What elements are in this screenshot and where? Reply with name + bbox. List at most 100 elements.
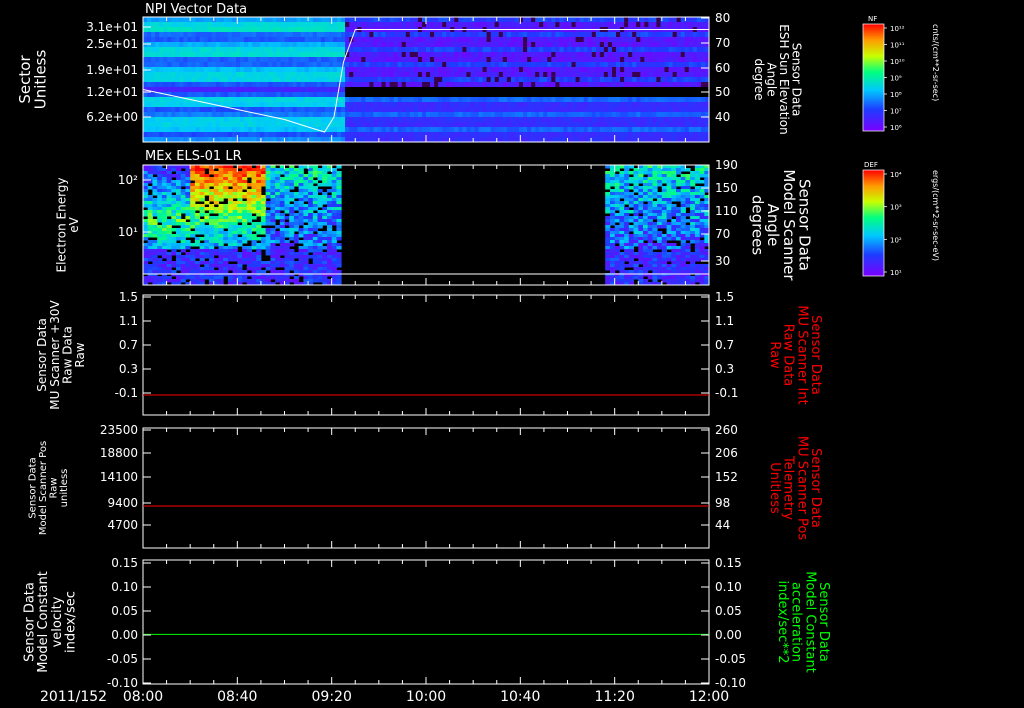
heatmap-cell [298, 213, 304, 217]
heatmap-cell [279, 177, 285, 181]
heatmap-cell [628, 72, 633, 78]
heatmap-cell [539, 62, 544, 68]
heatmap-cell [292, 77, 298, 83]
heatmap-cell [151, 22, 156, 28]
heatmap-cell [284, 52, 290, 58]
heatmap-cell [514, 57, 520, 63]
heatmap-cell [466, 22, 471, 28]
heatmap-cell [296, 72, 302, 78]
heatmap-cell [324, 77, 330, 83]
heatmap-cell [628, 122, 633, 128]
heatmap-cell [405, 107, 411, 113]
heatmap-cell [547, 37, 552, 43]
heatmap-cell [666, 231, 672, 235]
heatmap-cell [203, 127, 209, 133]
heatmap-cell [298, 207, 304, 211]
heatmap-cell [304, 112, 310, 118]
heatmap-cell [327, 183, 333, 187]
heatmap-cell [660, 57, 666, 63]
heatmap-cell [685, 219, 691, 223]
heatmap-cell [227, 132, 233, 138]
heatmap-cell [638, 225, 644, 229]
heatmap-cell [199, 112, 205, 118]
heatmap-cell [213, 234, 219, 238]
heatmap-cell [275, 207, 281, 211]
heatmap-cell [180, 210, 186, 214]
heatmap-cell [632, 87, 637, 93]
heatmap-cell [236, 92, 241, 98]
heatmap-cell [474, 47, 480, 53]
heatmap-cell [648, 97, 653, 103]
heatmap-cell [369, 42, 374, 48]
heatmap-cell [260, 174, 267, 178]
heatmap-cell [680, 127, 686, 133]
heatmap-cell [442, 57, 447, 63]
heatmap-cell [312, 102, 318, 108]
heatmap-cell [256, 22, 261, 28]
heatmap-cell [614, 213, 620, 217]
heatmap-cell [329, 82, 334, 88]
heatmap-cell [163, 102, 168, 108]
heatmap-cell [349, 112, 354, 118]
heatmap-cell [345, 122, 350, 128]
heatmap-cell [519, 52, 524, 58]
heatmap-cell [365, 127, 370, 133]
heatmap-cell [413, 52, 419, 58]
heatmap-cell [151, 122, 156, 128]
heatmap-cell [442, 52, 447, 58]
heatmap-cell [279, 201, 285, 205]
heatmap-cell [587, 42, 593, 48]
heatmap-cell [636, 122, 641, 128]
heatmap-cell [227, 112, 233, 118]
heatmap-cell [280, 82, 286, 88]
heatmap-cell [329, 62, 334, 68]
heatmap-cell [303, 216, 309, 220]
heatmap-cell [567, 112, 573, 118]
heatmap-cell [616, 97, 621, 103]
heatmap-cell [304, 127, 310, 133]
heatmap-cell [303, 195, 309, 199]
heatmap-cell [151, 82, 156, 88]
heatmap-cell [195, 87, 201, 93]
heatmap-cell [652, 17, 657, 23]
heatmap-cell [446, 77, 451, 83]
heatmap-cell [619, 180, 625, 184]
heatmap-cell [502, 77, 508, 83]
heatmap-cell [155, 77, 160, 83]
heatmap-cell [575, 112, 581, 118]
heatmap-cell [616, 42, 621, 48]
heatmap-cell [531, 62, 536, 68]
heatmap-cell [535, 62, 540, 68]
heatmap-cell [265, 210, 271, 214]
heatmap-cell [268, 82, 273, 88]
heatmap-cell [163, 32, 168, 38]
heatmap-cell [680, 216, 686, 220]
heatmap-cell [289, 198, 295, 202]
heatmap-cell [284, 27, 290, 33]
heatmap-cell [671, 192, 677, 196]
heatmap-cell [303, 210, 309, 214]
heatmap-cell [514, 47, 520, 53]
heatmap-cell [405, 87, 411, 93]
heatmap-cell [490, 57, 496, 63]
heatmap-cell [147, 201, 153, 205]
heatmap-cell [430, 117, 435, 123]
heatmap-cell [591, 47, 597, 53]
heatmap-cell [329, 42, 334, 48]
heatmap-cell [373, 77, 378, 83]
heatmap-cell [494, 72, 500, 78]
heatmap-cell [676, 112, 682, 118]
heatmap-cell [327, 204, 333, 208]
heatmap-cell [648, 127, 653, 133]
heatmap-cell [333, 67, 338, 73]
heatmap-cell [531, 127, 536, 133]
heatmap-cell [308, 87, 314, 93]
heatmap-cell [652, 82, 657, 88]
heatmap-cell [223, 231, 229, 235]
heatmap-cell [171, 57, 176, 63]
heatmap-cell [547, 82, 552, 88]
heatmap-cell [405, 17, 411, 23]
heatmap-cell [151, 132, 156, 138]
heatmap-cell [523, 112, 528, 118]
heatmap-cell [333, 27, 338, 33]
